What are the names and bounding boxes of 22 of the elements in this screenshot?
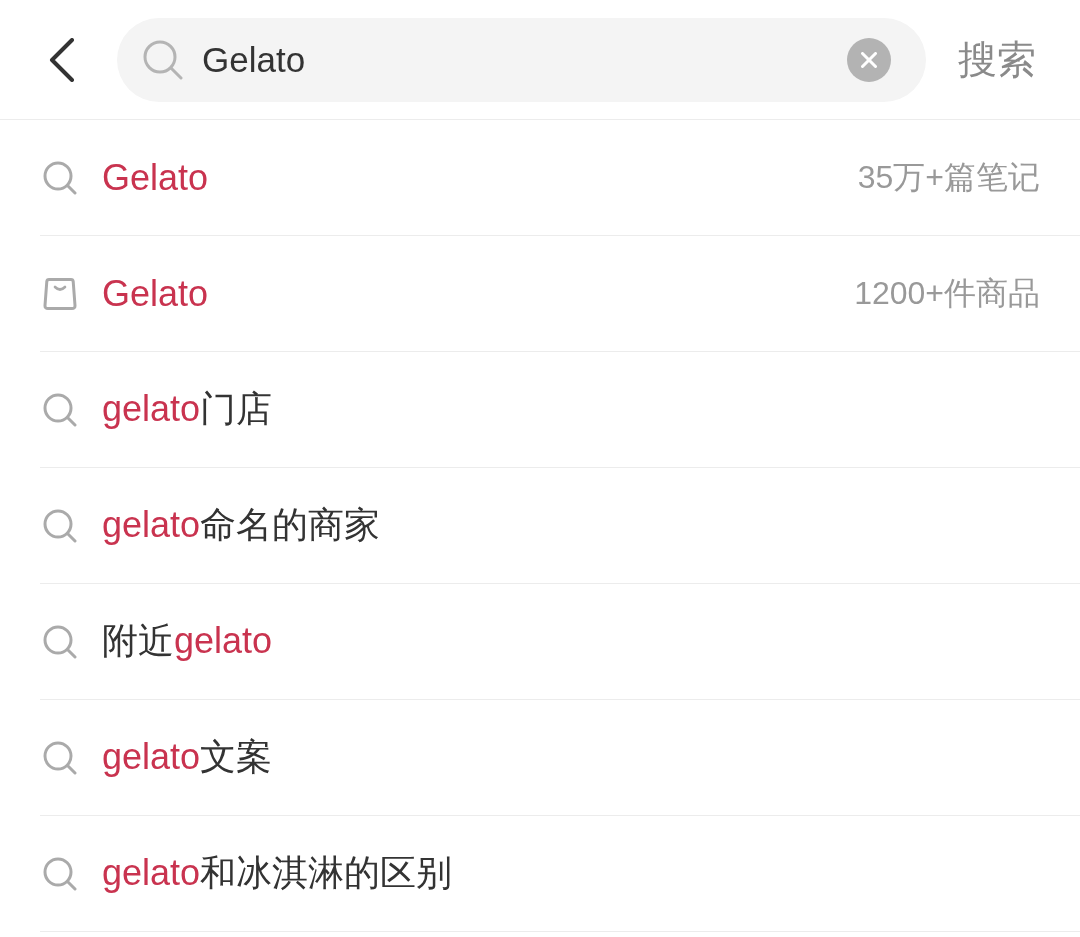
suggestion-text[interactable]: Gelato xyxy=(102,156,209,199)
search-icon xyxy=(43,856,77,891)
search-field[interactable]: Gelato xyxy=(117,17,926,102)
suggestion-text[interactable]: gelato命名的商家 xyxy=(102,501,381,550)
search-icon xyxy=(43,624,77,659)
result-count: 1200+件商品 xyxy=(854,273,1040,313)
search-icon xyxy=(43,740,77,775)
suggestion-text[interactable]: gelato文案 xyxy=(102,733,273,782)
close-icon xyxy=(861,51,877,68)
search-icon xyxy=(143,39,183,80)
suggestion-text[interactable]: gelato门店 xyxy=(102,385,273,434)
shopping-bag-icon xyxy=(43,276,77,311)
search-icon xyxy=(43,508,77,543)
search-icon xyxy=(43,160,77,195)
search-input[interactable]: Gelato xyxy=(202,39,831,80)
back-button[interactable] xyxy=(48,37,76,82)
suggestion-text[interactable]: gelato和冰淇淋的区别 xyxy=(102,849,453,898)
suggestion-text[interactable]: Gelato xyxy=(102,272,209,315)
result-count: 35万+篇笔记 xyxy=(857,157,1040,197)
suggestion-text[interactable]: 附近gelato xyxy=(102,617,273,666)
search-icon xyxy=(43,392,77,427)
back-chevron-icon xyxy=(48,37,76,82)
